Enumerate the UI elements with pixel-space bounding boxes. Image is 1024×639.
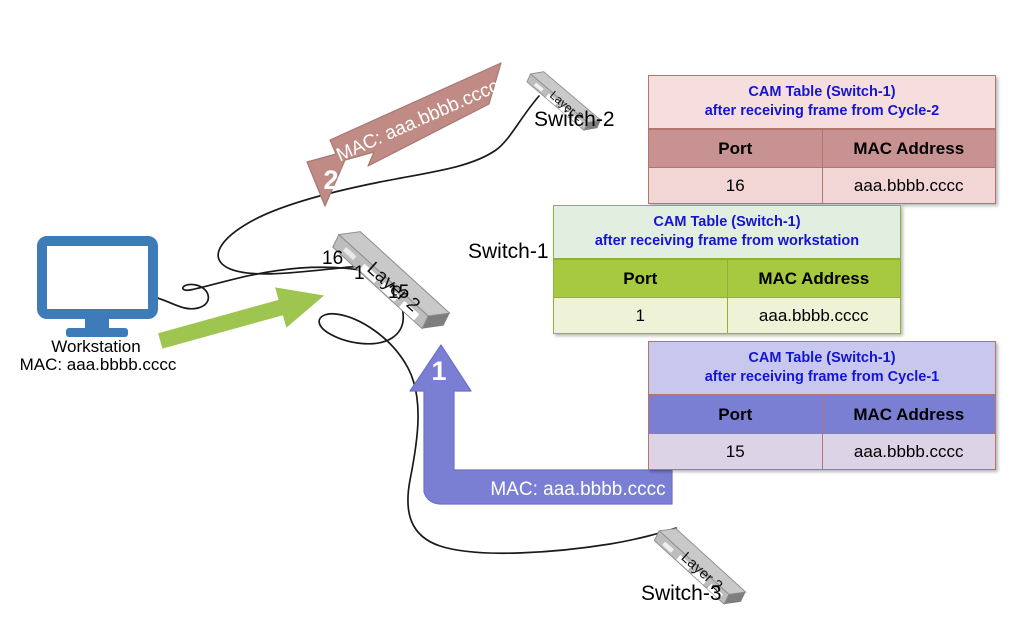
column-header-port: Port: [648, 129, 823, 169]
table-row: 1 aaa.bbbb.cccc: [553, 297, 901, 335]
cam-table-grid: Port MAC Address 15 aaa.bbbb.cccc: [648, 395, 996, 471]
cell-port: 15: [648, 433, 823, 471]
cell-mac: aaa.bbbb.cccc: [821, 433, 996, 471]
table-header-row: Port MAC Address: [648, 129, 996, 169]
cam-table-caption: CAM Table (Switch-1) after receiving fra…: [648, 341, 996, 396]
cam-table-grid: Port MAC Address 1 aaa.bbbb.cccc: [553, 259, 901, 335]
column-header-port: Port: [648, 395, 823, 435]
cam-table-after-cycle-2: CAM Table (Switch-1) after receiving fra…: [648, 75, 996, 205]
column-header-port: Port: [553, 259, 728, 299]
cam-caption-line-1: CAM Table (Switch-1): [748, 84, 896, 100]
cam-table-after-cycle-1: CAM Table (Switch-1) after receiving fra…: [648, 341, 996, 471]
cam-caption-line-1: CAM Table (Switch-1): [653, 214, 801, 230]
cam-caption-line-1: CAM Table (Switch-1): [748, 350, 896, 366]
column-header-mac: MAC Address: [821, 129, 996, 169]
cell-mac: aaa.bbbb.cccc: [726, 297, 901, 335]
cycle-1-step-number: 1: [431, 356, 446, 386]
cell-mac: aaa.bbbb.cccc: [821, 167, 996, 205]
table-row: 16 aaa.bbbb.cccc: [648, 167, 996, 205]
table-header-row: Port MAC Address: [648, 395, 996, 435]
cam-table-caption: CAM Table (Switch-1) after receiving fra…: [648, 75, 996, 130]
column-header-mac: MAC Address: [821, 395, 996, 435]
cam-caption-line-2: after receiving frame from workstation: [594, 233, 860, 250]
cam-caption-line-2: after receiving frame from Cycle-1: [704, 369, 940, 386]
cam-table-after-workstation: CAM Table (Switch-1) after receiving fra…: [553, 205, 901, 335]
cycle-1-mac-label: MAC: aaa.bbbb.cccc: [490, 479, 665, 500]
diagram-canvas: Workstation MAC: aaa.bbbb.cccc Layer 2 S…: [0, 0, 1024, 639]
cell-port: 1: [553, 297, 728, 335]
column-header-mac: MAC Address: [726, 259, 901, 299]
cam-table-caption: CAM Table (Switch-1) after receiving fra…: [553, 205, 901, 260]
cell-port: 16: [648, 167, 823, 205]
table-row: 15 aaa.bbbb.cccc: [648, 433, 996, 471]
cam-caption-line-2: after receiving frame from Cycle-2: [704, 103, 940, 120]
table-header-row: Port MAC Address: [553, 259, 901, 299]
cam-table-grid: Port MAC Address 16 aaa.bbbb.cccc: [648, 129, 996, 205]
